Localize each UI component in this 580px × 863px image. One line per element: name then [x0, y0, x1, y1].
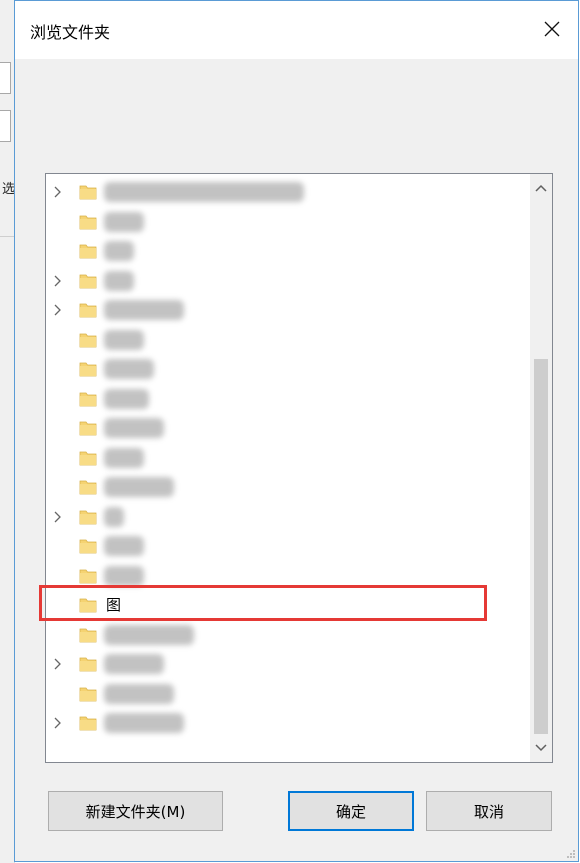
chevron-down-icon	[535, 744, 547, 752]
folder-tree-item[interactable]	[46, 385, 522, 415]
chevron-right-icon[interactable]	[51, 716, 65, 730]
close-icon	[544, 21, 560, 37]
folder-tree-item[interactable]: 图	[46, 591, 522, 621]
scroll-down-button[interactable]	[530, 738, 552, 758]
folder-tree-item[interactable]	[46, 208, 522, 238]
folder-tree-item[interactable]	[46, 650, 522, 680]
folder-icon	[79, 539, 97, 554]
folder-name: 图	[106, 596, 122, 614]
obscured-folder-name	[104, 506, 124, 527]
obscured-folder-name	[104, 683, 174, 704]
folder-tree-item[interactable]	[46, 267, 522, 297]
background-field	[0, 110, 11, 142]
folder-tree-item[interactable]	[46, 296, 522, 326]
chevron-right-icon[interactable]	[51, 510, 65, 524]
obscured-folder-name	[104, 713, 184, 733]
folder-icon	[79, 392, 97, 406]
obscured-folder-name	[104, 388, 149, 409]
folder-tree-item[interactable]	[46, 709, 522, 739]
folder-tree-item[interactable]	[46, 532, 522, 562]
folder-icon	[79, 716, 97, 731]
folder-icon	[79, 421, 97, 436]
obscured-folder-name	[104, 447, 144, 468]
chevron-right-icon[interactable]	[51, 303, 65, 317]
folder-tree-item[interactable]	[46, 178, 522, 208]
ok-button[interactable]: 确定	[288, 791, 414, 831]
folder-tree-item[interactable]	[46, 680, 522, 710]
obscured-folder-name	[104, 565, 144, 586]
new-folder-button[interactable]: 新建文件夹(M)	[48, 791, 223, 831]
folder-icon	[79, 333, 97, 347]
folder-icon	[79, 451, 97, 465]
folder-icon	[79, 657, 97, 672]
resize-grip-icon[interactable]	[566, 849, 576, 859]
close-button[interactable]	[536, 13, 568, 45]
folder-tree-list: 图	[46, 178, 522, 739]
folder-tree-item[interactable]	[46, 237, 522, 267]
folder-tree-item[interactable]	[46, 355, 522, 385]
folder-icon	[79, 303, 97, 318]
obscured-folder-name	[104, 624, 194, 645]
folder-icon	[79, 510, 97, 524]
obscured-folder-name	[104, 182, 304, 202]
obscured-folder-name	[104, 418, 164, 438]
dialog-titlebar: 浏览文件夹	[15, 1, 578, 59]
folder-tree-item[interactable]	[46, 562, 522, 592]
chevron-right-icon[interactable]	[51, 185, 65, 199]
folder-icon	[79, 185, 97, 200]
folder-tree-item[interactable]	[46, 473, 522, 503]
obscured-folder-name	[104, 329, 144, 350]
folder-tree-item[interactable]	[46, 414, 522, 444]
cancel-button[interactable]: 取消	[426, 791, 552, 831]
obscured-folder-name	[104, 654, 164, 674]
chevron-right-icon[interactable]	[51, 657, 65, 671]
obscured-folder-name	[104, 241, 134, 261]
background-field	[0, 62, 11, 94]
vertical-scrollbar[interactable]	[530, 174, 552, 762]
obscured-folder-name	[104, 477, 174, 497]
obscured-folder-name	[104, 270, 134, 291]
folder-icon	[79, 215, 97, 229]
scroll-up-button[interactable]	[530, 178, 552, 198]
obscured-folder-name	[104, 211, 144, 232]
folder-tree-item[interactable]	[46, 326, 522, 356]
folder-icon	[79, 628, 97, 642]
folder-icon	[79, 480, 97, 495]
folder-icon	[79, 274, 97, 288]
background-window: 选	[0, 0, 15, 863]
folder-tree-item[interactable]	[46, 621, 522, 651]
dialog-title: 浏览文件夹	[30, 23, 111, 42]
background-divider	[0, 236, 14, 237]
folder-tree-item[interactable]	[46, 444, 522, 474]
folder-tree-item[interactable]	[46, 503, 522, 533]
folder-icon	[79, 569, 97, 583]
chevron-right-icon[interactable]	[51, 274, 65, 288]
folder-icon	[79, 687, 97, 701]
chevron-up-icon	[535, 184, 547, 192]
folder-icon	[79, 244, 97, 259]
obscured-folder-name	[104, 536, 144, 556]
folder-tree[interactable]: 图	[45, 173, 553, 763]
obscured-folder-name	[104, 359, 154, 379]
obscured-folder-name	[104, 300, 184, 320]
folder-icon	[79, 362, 97, 377]
scroll-thumb[interactable]	[534, 359, 548, 734]
folder-icon	[79, 598, 97, 613]
browse-folder-dialog: 浏览文件夹 图 新建文件夹(M) 确定 取消	[14, 0, 579, 862]
